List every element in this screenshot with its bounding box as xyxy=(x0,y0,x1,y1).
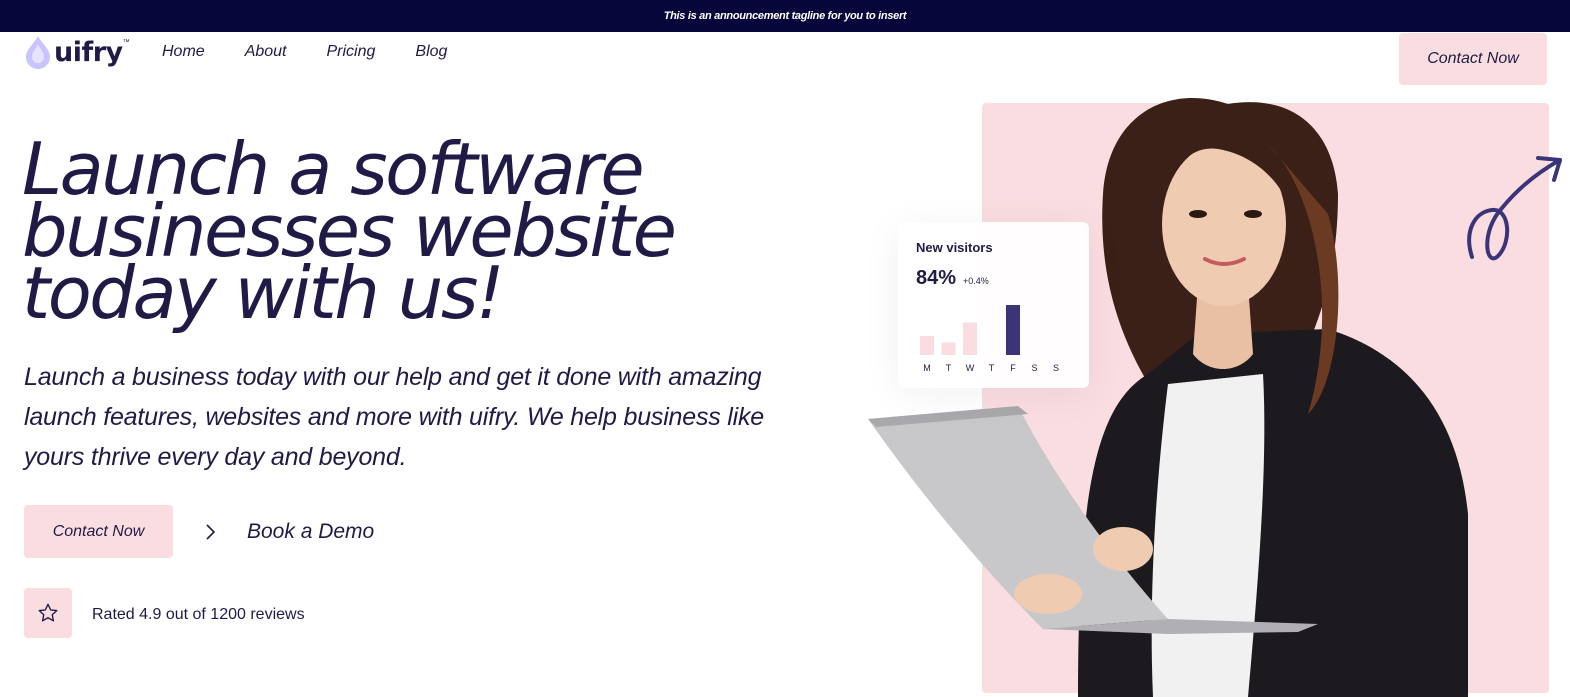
visitors-bar-chart: MTWTFSS xyxy=(920,305,1059,373)
visitors-day-label-3: T xyxy=(989,363,995,373)
visitors-day-label-1: T xyxy=(946,363,952,373)
rating-badge xyxy=(24,588,72,638)
contact-now-button[interactable]: Contact Now xyxy=(24,505,173,558)
nav-blog[interactable]: Blog xyxy=(415,43,447,61)
visitors-value: 84% xyxy=(916,267,957,289)
nav-pricing[interactable]: Pricing xyxy=(327,43,376,61)
visitors-bar-1 xyxy=(941,342,956,355)
star-icon xyxy=(38,603,58,622)
visitors-bar-4 xyxy=(1006,305,1020,355)
visitors-day-label-0: M xyxy=(923,363,931,373)
hero-subtext: Launch a business today with our help an… xyxy=(24,363,765,471)
logo-text: uifry xyxy=(54,36,123,68)
drop-logo-icon xyxy=(26,36,50,69)
nav-home[interactable]: Home xyxy=(162,43,205,61)
visitors-card-title: New visitors xyxy=(916,240,993,255)
rating-text: Rated 4.9 out of 1200 reviews xyxy=(92,606,305,623)
header-contact-button[interactable]: Contact Now xyxy=(1399,33,1547,85)
visitors-delta: +0.4% xyxy=(963,276,989,286)
visitors-stat: 84% +0.4% xyxy=(916,267,1071,290)
announcement-bar: This is an announcement tagline for you … xyxy=(0,0,1570,32)
visitors-day-label-4: F xyxy=(1010,363,1016,373)
announcement-text: This is an announcement tagline for you … xyxy=(663,10,907,22)
main-nav: Home About Pricing Blog xyxy=(162,43,487,61)
headline-line-3: today with us! xyxy=(22,251,505,335)
visitors-bar-2 xyxy=(963,322,977,355)
book-demo-link[interactable]: Book a Demo xyxy=(200,515,374,549)
visitors-day-label-6: S xyxy=(1053,363,1059,373)
chevron-right-icon xyxy=(206,524,216,540)
arrow-doodle-icon xyxy=(1467,156,1562,261)
hero-person-illustration xyxy=(868,98,1468,697)
hero-headline: Launch a software businesses website tod… xyxy=(22,133,842,335)
visitors-day-label-2: W xyxy=(966,363,975,373)
book-demo-label: Book a Demo xyxy=(247,520,375,543)
logo-trademark: ™ xyxy=(122,38,130,46)
visitors-bar-0 xyxy=(920,336,934,355)
new-visitors-card: New visitors 84% +0.4% M T W T F S S xyxy=(898,222,1089,388)
nav-about[interactable]: About xyxy=(245,43,287,61)
logo[interactable]: uifry ™ xyxy=(24,32,130,72)
visitors-day-label-5: S xyxy=(1031,363,1037,373)
